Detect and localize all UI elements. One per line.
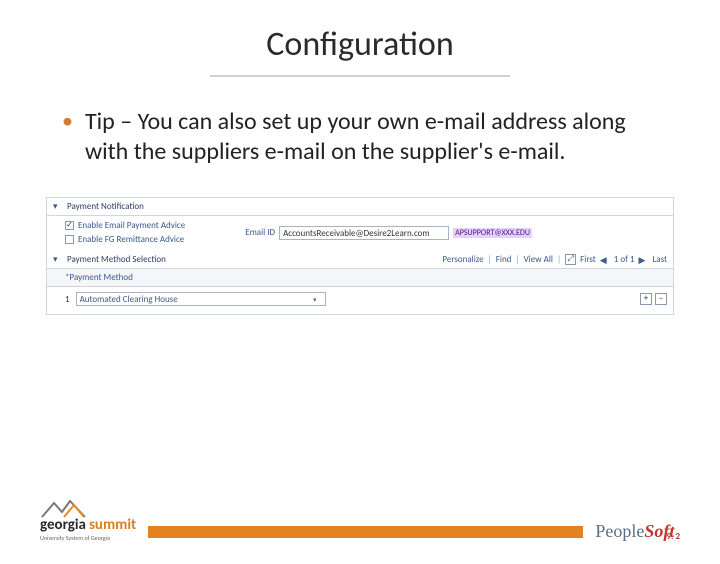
payment-method-header: ▾ Payment Method Selection Personalize |… (47, 251, 673, 269)
pager-text: 1 of 1 (614, 254, 635, 265)
logo-summit: summit (89, 516, 136, 534)
zoom-icon[interactable]: ⤢ (565, 254, 576, 265)
enable-fg-checkbox[interactable] (65, 235, 74, 244)
peoplesoft-logo: PeopleSoft 9. 2 (595, 521, 680, 542)
personalize-link[interactable]: Personalize (442, 254, 483, 265)
bullet-area: • Tip – You can also set up your own e-m… (0, 107, 720, 167)
email-id-label: Email ID (245, 227, 275, 238)
payment-notification-header: ▾ Payment Notification (47, 198, 673, 216)
payment-method-col-header: *Payment Method (65, 272, 133, 283)
view-all-link[interactable]: View All (524, 254, 553, 265)
delete-row-icon[interactable]: − (655, 293, 667, 305)
payment-method-select[interactable]: Automated Clearing House ▾ (76, 292, 326, 306)
logo-people: People (595, 521, 644, 542)
first-link[interactable]: First (580, 254, 596, 265)
chevron-down-icon: ▾ (313, 295, 317, 304)
collapse-icon[interactable]: ▾ (53, 202, 63, 212)
payment-notification-title: Payment Notification (67, 201, 144, 212)
footer: georgia summit University System of Geor… (0, 500, 720, 542)
embedded-screenshot: ▾ Payment Notification Enable Email Paym… (46, 197, 674, 315)
enable-fg-label: Enable FG Remittance Advice (78, 234, 184, 245)
email-highlight: APSUPPORT@XXX.EDU (453, 228, 532, 238)
row-number: 1 (65, 294, 70, 305)
logo-version: 9. 2 (666, 531, 680, 542)
mountain-icon (40, 500, 110, 518)
grid-toolbar: Personalize | Find | View All | ⤢ First … (442, 254, 667, 265)
page-title: Configuration (0, 24, 720, 65)
georgia-summit-logo: georgia summit University System of Geor… (40, 500, 136, 542)
payment-method-title: Payment Method Selection (67, 254, 166, 265)
logo-georgia: georgia (40, 516, 86, 534)
payment-notification-body: Enable Email Payment Advice Enable FG Re… (47, 216, 673, 251)
column-header-row: *Payment Method (47, 269, 673, 287)
last-link[interactable]: Last (652, 254, 667, 265)
bullet-text: Tip – You can also set up your own e-mai… (85, 107, 658, 167)
payment-method-value: Automated Clearing House (80, 294, 178, 305)
enable-email-label: Enable Email Payment Advice (78, 220, 185, 231)
payment-method-row: 1 Automated Clearing House ▾ + − (47, 287, 673, 314)
next-icon[interactable]: ▶ (638, 255, 648, 265)
find-link[interactable]: Find (496, 254, 512, 265)
prev-icon[interactable]: ◀ (600, 255, 610, 265)
logo-subtitle: University System of Georgia (40, 534, 136, 542)
email-id-input[interactable]: AccountsReceivable@Desire2Learn.com (279, 226, 449, 240)
collapse-icon[interactable]: ▾ (53, 255, 63, 265)
enable-email-checkbox[interactable] (65, 221, 74, 230)
footer-bar (148, 526, 583, 538)
bullet-dot: • (62, 107, 73, 167)
add-row-icon[interactable]: + (640, 293, 652, 305)
title-underline (210, 75, 510, 77)
